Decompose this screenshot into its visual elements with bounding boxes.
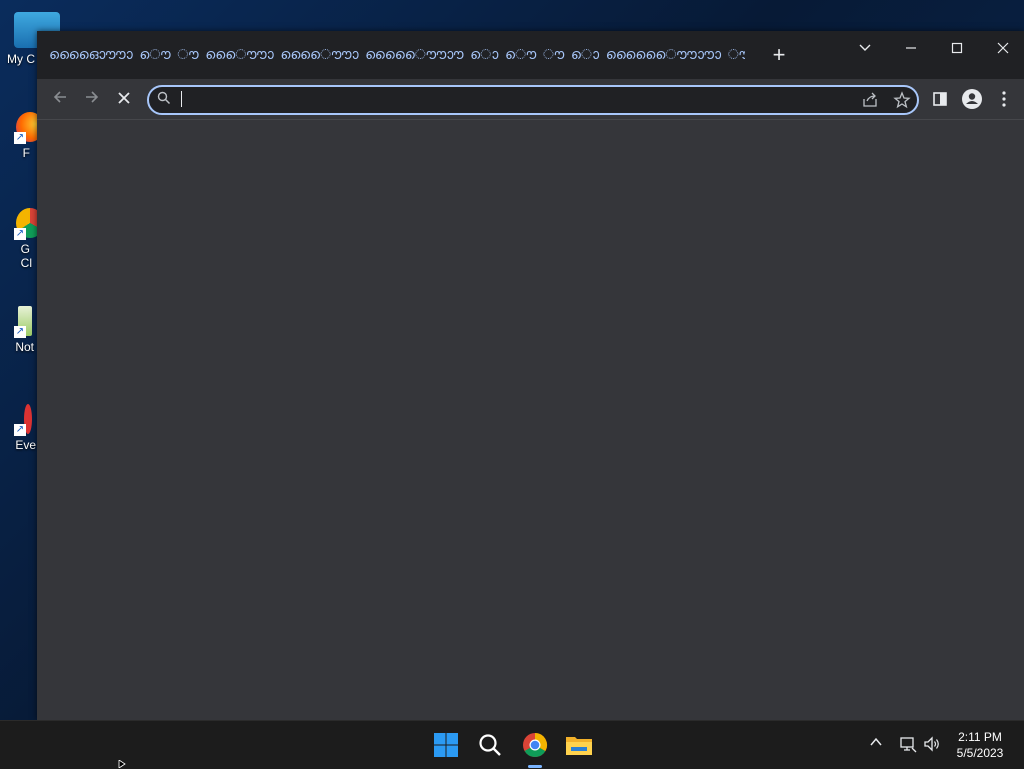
desktop-icon-label: G <box>20 242 30 256</box>
back-button[interactable] <box>46 85 74 113</box>
search-icon[interactable] <box>474 729 506 761</box>
volume-button[interactable] <box>922 735 942 755</box>
notepad-icon: ↗ <box>14 306 32 338</box>
bookmark-star-icon[interactable] <box>893 91 911 109</box>
search-icon <box>157 91 171 105</box>
clock-time: 2:11 PM <box>958 730 1002 744</box>
desktop-icon-label: Not <box>15 340 34 354</box>
close-icon <box>118 92 130 104</box>
chevron-up-icon <box>870 737 882 746</box>
address-bar[interactable] <box>147 85 919 115</box>
minimize-icon <box>906 47 916 49</box>
volume-icon <box>924 736 939 752</box>
forward-button[interactable] <box>78 85 106 113</box>
side-panel-icon[interactable] <box>926 85 954 113</box>
tab-title[interactable]: ഓൌൗൈൊ ൌ ൗ ൌൌൊ ൌൗൈൊ ൌൌൊൗൈ ൊ ൌ ൗ ൊ ൌൌൊൗൈൊ … <box>45 37 745 71</box>
shortcut-arrow-icon: ↗ <box>14 326 26 338</box>
new-tab-button[interactable]: + <box>767 41 791 69</box>
maximize-icon <box>951 42 963 54</box>
page-content[interactable] <box>37 120 1024 720</box>
more-menu-icon[interactable] <box>990 85 1018 113</box>
mouse-cursor-icon <box>118 760 126 768</box>
chrome-icon[interactable] <box>519 729 551 761</box>
share-icon[interactable] <box>861 91 879 109</box>
address-input[interactable] <box>179 89 843 113</box>
chevron-down-icon <box>859 44 871 51</box>
close-window-button[interactable] <box>980 35 1024 63</box>
close-icon <box>997 42 1009 54</box>
desktop-icon-event-viewer[interactable]: ↗ Eve <box>0 404 36 452</box>
arrow-right-icon <box>86 91 99 103</box>
shortcut-arrow-icon: ↗ <box>14 424 26 436</box>
shortcut-arrow-icon: ↗ <box>14 132 26 144</box>
network-icon <box>900 737 917 753</box>
stop-loading-button[interactable] <box>110 85 138 113</box>
folder-icon[interactable] <box>563 729 595 761</box>
event-viewer-icon: ↗ <box>14 404 32 436</box>
browser-window: ഓൌൗൈൊ ൌ ൗ ൌൌൊ ൌൗൈൊ ൌൌൊൗൈ ൊ ൌ ൗ ൊ ൌൌൊൗൈൊ … <box>37 31 1024 720</box>
browser-toolbar <box>37 79 1024 120</box>
system-clock[interactable]: 2:11 PM 5/5/2023 <box>944 729 1016 761</box>
taskbar: 2:11 PM 5/5/2023 <box>0 720 1024 769</box>
maximize-button[interactable] <box>934 35 980 63</box>
desktop-icon-label: Eve <box>15 438 36 452</box>
desktop-icon-notepad[interactable]: ↗ Not <box>0 306 36 354</box>
desktop-icon-chrome[interactable]: ↗ G Cl <box>0 208 44 270</box>
profile-avatar-icon[interactable] <box>958 85 986 113</box>
arrow-left-icon <box>53 91 66 103</box>
desktop-icon-firefox[interactable]: ↗ F <box>0 112 44 160</box>
title-bar: ഓൌൗൈൊ ൌ ൗ ൌൌൊ ൌൗൈൊ ൌൌൊൗൈ ൊ ൌ ൗ ൊ ൌൌൊൗൈൊ … <box>37 31 1024 79</box>
desktop-icon-label: F <box>22 146 30 160</box>
desktop-icon-label-line2: Cl <box>20 256 32 270</box>
network-button[interactable] <box>898 735 918 755</box>
windows-icon[interactable] <box>430 729 462 761</box>
minimize-button[interactable] <box>888 35 934 63</box>
tab-search-button[interactable] <box>842 35 888 63</box>
show-hidden-icons-button[interactable] <box>866 735 886 755</box>
shortcut-arrow-icon: ↗ <box>14 228 26 240</box>
clock-date: 5/5/2023 <box>956 746 1004 760</box>
